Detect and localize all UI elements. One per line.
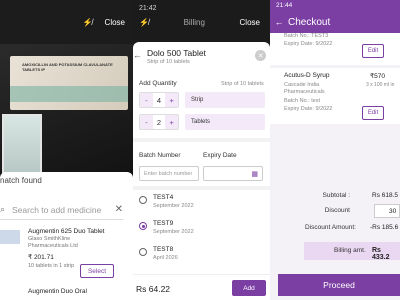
batch-name: TEST9 [153,220,174,227]
calendar-icon[interactable]: ▦ [251,170,258,178]
edit-item-button[interactable]: Edit [362,44,384,58]
flash-off-icon[interactable]: ⚡̸ [83,18,93,27]
item-expiry: Expiry Date: 9/2022 [284,41,333,47]
strip-quantity-value[interactable]: 4 [153,93,166,107]
billing-amount-value: Rs 433.2 [372,247,390,261]
camera-view: AMOXICILLIN AND POTASSIUM CLAVULANATE TA… [0,44,133,179]
subtotal-label: Subtotal : [322,192,350,199]
select-medicine-button[interactable]: Select [80,264,114,278]
batch-name: TEST8 [153,246,174,253]
batch-name: TEST4 [153,194,174,201]
search-sheet: natch found ⌕ Search to add medicine ✕ A… [0,172,133,300]
proceed-button[interactable]: Proceed [278,274,400,296]
batch-date: September 2022 [153,229,194,235]
medicine-list-item: Augmentin 625 Duo Tablet Glaxo SmithKlin… [0,228,133,283]
item-name: Acutus-D Syrup [284,72,330,79]
billing-amount-label: Billing amt. [334,247,366,254]
divider [133,138,270,142]
checkout-panel: 21:44 ← Checkout Batch No.: TEST3 Expiry… [270,0,400,300]
add-quantity-label: Add Quantity [139,80,177,87]
back-arrow-icon[interactable]: ← [270,17,288,27]
batch-radio-test9[interactable] [139,222,147,230]
discount-input[interactable]: 30 [374,204,400,218]
medicine-price: ₹ 201.71 [28,254,54,261]
cart-item: Batch No.: TEST3 Expiry Date: 9/2022 Edi… [270,33,400,65]
back-arrow-icon[interactable]: ← [133,50,142,60]
edit-item-button[interactable]: Edit [362,106,384,120]
sheet-footer: Rs 64.22 Add [133,274,270,300]
scanner-panel: ⚡̸ Close AMOXICILLIN AND POTASSIUM CLAVU… [0,0,133,300]
subtotal-value: Rs 618.5 [372,192,399,199]
strip-increment-button[interactable]: + [165,93,179,107]
expiry-date-label: Expiry Date [203,152,237,159]
status-bar: 21:44 [270,0,400,11]
batch-radio-test4[interactable] [139,196,147,204]
medicine-name: Augmentin 625 Duo Tablet [28,228,105,235]
strip-info: Strip of 10 tablets [221,81,264,87]
scanner-header: ⚡̸ Close [0,14,133,30]
batch-date: April 2026 [153,255,178,261]
add-medicine-sheet: ← Dolo 500 Tablet Strip of 10 tablets ✕ … [133,42,270,300]
billing-title: Billing [183,17,205,27]
medicine-box-text: AMOXICILLIN AND POTASSIUM CLAVULANATE TA… [22,62,113,72]
expiry-date-input[interactable]: ▦ [203,166,263,181]
item-quantity: 3 x 100 ml in [366,82,395,88]
divider [133,186,270,190]
discount-amount-label: Discount Amount: [305,224,356,231]
item-expiry: Expiry Date: 9/2022 [284,106,333,112]
medicine-box-strip [10,86,128,102]
medicine-pack: 10 tablets in 1 strip [28,263,75,269]
product-title: Dolo 500 Tablet [147,48,206,58]
billing-amount-bar: Billing amt. Rs 433.2 [304,242,400,261]
status-time: 21:42 [139,4,157,12]
tablet-unit-field: Tablets [185,114,265,130]
billing-header: ⚡̸ Billing Close [133,14,270,30]
flash-off-icon[interactable]: ⚡̸ [139,18,149,27]
medicine-list-item: Augmentin Duo Oral [0,288,133,300]
close-sheet-icon[interactable]: ✕ [255,50,266,61]
tablet-increment-button[interactable]: + [165,115,179,129]
strip-quantity-stepper[interactable]: - 4 + [139,92,179,108]
item-batch: Batch No.: TEST3 [284,33,329,39]
product-subtitle: Strip of 10 tablets [147,59,190,65]
match-found-text: natch found [0,176,42,185]
item-batch: Batch No.: test [284,98,321,104]
batch-number-input[interactable]: Enter batch number [139,166,199,181]
add-button[interactable]: Add [232,280,266,296]
medicine-manufacturer: Glaxo SmithKline Pharmaceuticals Ltd [28,236,78,249]
search-icon: ⌕ [0,204,6,214]
discount-amount-value: -Rs 185.6 [370,224,399,231]
billing-panel: 21:42 ⚡̸ Billing Close ← Dolo 500 Tablet… [133,0,270,300]
tablet-quantity-stepper[interactable]: - 2 + [139,114,179,130]
checkout-header: ← Checkout [270,11,400,33]
clear-search-icon[interactable]: ✕ [115,204,123,215]
item-price: ₹570 [370,73,385,80]
batch-number-label: Batch Number [139,152,181,159]
search-placeholder: Search to add medicine [12,204,102,215]
strip-unit-field: Strip [185,92,265,108]
medicine-search-input[interactable]: ⌕ Search to add medicine ✕ [0,200,123,220]
tablet-decrement-button[interactable]: - [140,115,153,129]
captured-thumbnail[interactable] [2,114,42,174]
discount-label: Discount [324,207,350,214]
scanner-close-button[interactable]: Close [105,18,125,27]
status-time: 21:44 [276,2,293,9]
item-manufacturer: Cascade India Pharmaceuticals [284,82,325,95]
batch-radio-test8[interactable] [139,248,147,256]
tablet-quantity-value[interactable]: 2 [153,115,166,129]
total-price: Rs 64.22 [136,284,171,294]
cart-item: Acutus-D Syrup ₹570 Cascade India Pharma… [270,68,400,124]
batch-date: September 2022 [153,203,194,209]
strip-decrement-button[interactable]: - [140,93,153,107]
checkout-title: Checkout [288,16,331,28]
billing-close-button[interactable]: Close [240,18,260,27]
medicine-name: Augmentin Duo Oral [28,288,87,295]
medicine-thumbnail [0,230,20,244]
